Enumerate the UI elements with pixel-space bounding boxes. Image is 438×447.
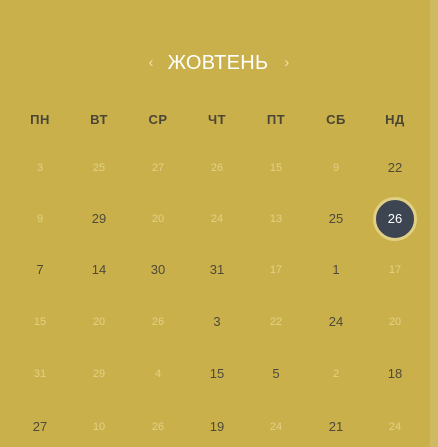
day-cell[interactable]: 26 (197, 160, 237, 176)
day-cell[interactable]: 2 (316, 366, 356, 382)
weekday-tue: ВТ (90, 112, 108, 127)
day-cell[interactable]: 29 (79, 366, 119, 382)
day-cell[interactable]: 13 (256, 211, 296, 227)
day-cell[interactable]: 22 (375, 160, 415, 176)
next-month-icon[interactable]: › (284, 54, 289, 71)
day-cell[interactable]: 20 (79, 314, 119, 330)
day-cell[interactable]: 3 (20, 160, 60, 176)
day-cell[interactable]: 24 (316, 314, 356, 330)
selected-day[interactable]: 26 (373, 197, 417, 241)
day-cell[interactable]: 5 (256, 366, 296, 382)
day-cell[interactable]: 1 (316, 262, 356, 278)
day-cell[interactable]: 27 (20, 419, 60, 435)
day-cell[interactable]: 20 (138, 211, 178, 227)
day-cell[interactable]: 17 (375, 262, 415, 278)
day-cell[interactable]: 19 (197, 419, 237, 435)
day-cell[interactable]: 14 (79, 262, 119, 278)
day-cell[interactable]: 24 (256, 419, 296, 435)
day-cell[interactable]: 10 (79, 419, 119, 435)
calendar-widget: ‹ ЖОВТЕНЬ › ПН ВТ СР ЧТ ПТ СБ НД 3 25 27… (0, 0, 438, 447)
day-cell[interactable]: 15 (197, 366, 237, 382)
weekday-thu: ЧТ (207, 112, 227, 127)
weekday-fri: ПТ (266, 112, 286, 127)
day-cell[interactable]: 22 (256, 314, 296, 330)
day-cell[interactable]: 4 (138, 366, 178, 382)
day-cell[interactable]: 15 (20, 314, 60, 330)
weekday-sun: НД (385, 112, 405, 127)
prev-month-icon[interactable]: ‹ (148, 54, 153, 71)
day-cell[interactable]: 7 (20, 262, 60, 278)
weekday-mon: ПН (30, 112, 50, 127)
day-cell[interactable]: 26 (138, 419, 178, 435)
weekday-sat: СБ (326, 112, 346, 127)
day-cell[interactable]: 3 (197, 314, 237, 330)
day-cell[interactable]: 15 (256, 160, 296, 176)
day-cell[interactable]: 21 (316, 419, 356, 435)
day-cell[interactable]: 25 (316, 211, 356, 227)
month-title: ЖОВТЕНЬ (167, 52, 269, 74)
day-cell[interactable]: 18 (375, 366, 415, 382)
day-cell[interactable]: 29 (79, 211, 119, 227)
weekday-wed: СР (148, 112, 168, 127)
day-cell[interactable]: 24 (197, 211, 237, 227)
day-cell[interactable]: 24 (375, 419, 415, 435)
month-header: ‹ ЖОВТЕНЬ › (0, 52, 438, 75)
day-cell[interactable]: 27 (138, 160, 178, 176)
day-cell[interactable]: 25 (79, 160, 119, 176)
day-cell[interactable]: 31 (20, 366, 60, 382)
day-cell[interactable]: 20 (375, 314, 415, 330)
day-cell[interactable]: 9 (316, 160, 356, 176)
day-cell[interactable]: 17 (256, 262, 296, 278)
day-cell[interactable]: 31 (197, 262, 237, 278)
day-cell[interactable]: 26 (138, 314, 178, 330)
day-cell[interactable]: 9 (20, 211, 60, 227)
day-cell[interactable]: 30 (138, 262, 178, 278)
